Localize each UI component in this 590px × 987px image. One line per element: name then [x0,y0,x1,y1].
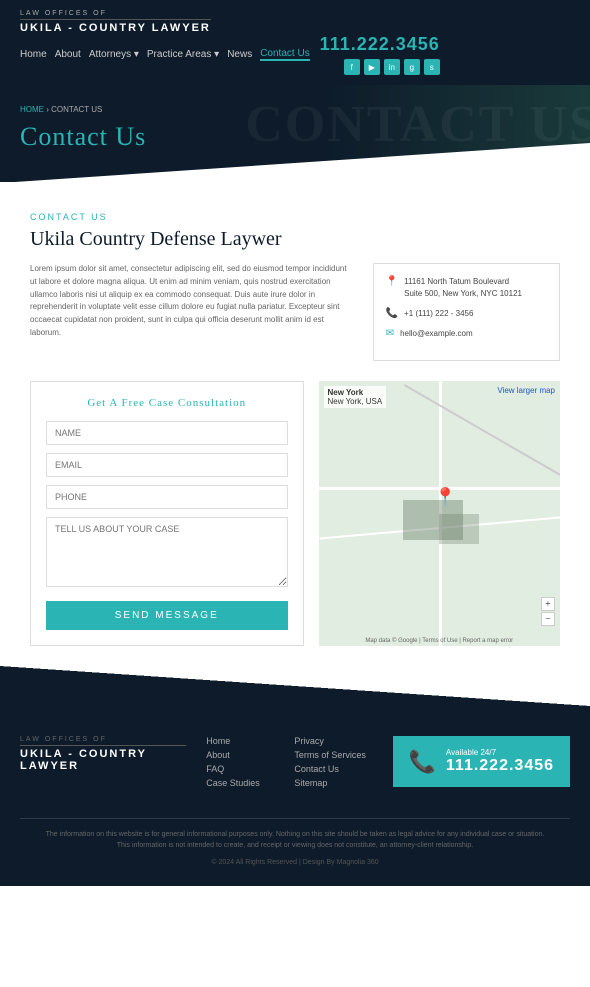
breadcrumb-home[interactable]: HOME [20,105,44,114]
map-zoom-controls: + − [541,597,555,626]
map-block-2 [439,514,479,544]
nav-contact[interactable]: Contact Us [260,48,309,61]
hero-title: Contact Us [20,122,570,152]
footer-logo-top: LAW OFFICES OF [20,736,186,743]
main-content: CONTACT US Ukila Country Defense Laywer … [0,182,590,666]
map-label: New York New York, USA [324,386,387,408]
nav-news[interactable]: News [227,49,252,60]
map-attribution: Map data © Google | Terms of Use | Repor… [319,638,561,644]
footer-logo-name: UKILA - COUNTRY LAWYER [20,745,186,772]
footer-link-terms[interactable]: Terms of Services [294,750,372,760]
social-bar: f ▶ in g s [344,59,440,75]
footer-phone-icon: 📞 [409,749,436,775]
footer-link-case-studies[interactable]: Case Studies [206,778,284,788]
contact-description: Lorem ipsum dolor sit amet, consectetur … [30,263,353,361]
description-text: Lorem ipsum dolor sit amet, consectetur … [30,263,353,340]
site-header: LAW OFFICES OF UKILA - COUNTRY LAWYER Ho… [0,0,590,85]
email-item: ✉ hello@example.com [386,328,547,340]
footer-phone-label: Available 24/7 [446,748,554,757]
phone-icon: 📞 [386,308,398,319]
hero-banner: HOME › CONTACT US Contact Us CONTACT US [0,85,590,182]
send-button[interactable]: SEND MESSAGE [46,601,288,630]
footer-disclaimer: The information on this website is for g… [20,829,570,851]
form-title: Get A Free Case Consultation [46,397,288,409]
map-placeholder: 📍 New York New York, USA View larger map… [319,381,561,646]
address-item: 📍 11161 North Tatum BoulevardSuite 500, … [386,276,547,300]
email-icon: ✉ [386,328,394,339]
google-icon[interactable]: g [404,59,420,75]
form-map-row: Get A Free Case Consultation SEND MESSAG… [30,381,560,646]
contact-form: Get A Free Case Consultation SEND MESSAG… [30,381,304,646]
main-nav: Home About Attorneys ▾ Practice Areas ▾ … [20,48,310,61]
footer-link-about[interactable]: About [206,750,284,760]
map-zoom-in[interactable]: + [541,597,555,611]
rss-icon[interactable]: s [424,59,440,75]
contact-info-row: Lorem ipsum dolor sit amet, consectetur … [30,263,560,361]
section-title: Ukila Country Defense Laywer [30,228,560,251]
map-marker: 📍 [434,487,456,508]
footer-link-privacy[interactable]: Privacy [294,736,372,746]
breadcrumb-current: CONTACT US [51,105,102,114]
map-section[interactable]: 📍 New York New York, USA View larger map… [319,381,561,646]
footer-links: Home Privacy About Terms of Services FAQ… [206,736,372,788]
phone-item: 📞 +1 (111) 222 - 3456 [386,308,547,320]
email-input[interactable] [46,453,288,477]
map-larger-link[interactable]: View larger map [497,386,555,395]
message-input[interactable] [46,517,288,587]
phone-input[interactable] [46,485,288,509]
site-footer: LAW OFFICES OF UKILA - COUNTRY LAWYER Ho… [0,706,590,886]
contact-box: 📍 11161 North Tatum BoulevardSuite 500, … [373,263,560,361]
logo-name: UKILA - COUNTRY LAWYER [20,19,211,34]
footer-copyright: © 2024 All Rights Reserved | Design By M… [20,859,570,876]
header-right: 111.222.3456 f ▶ in g s [320,34,440,75]
name-input[interactable] [46,421,288,445]
map-zoom-out[interactable]: − [541,612,555,626]
diagonal-transition [0,666,590,706]
map-road-diag [404,384,560,486]
facebook-icon[interactable]: f [344,59,360,75]
footer-link-sitemap[interactable]: Sitemap [294,778,372,788]
nav-about[interactable]: About [55,49,81,60]
nav-practice-areas[interactable]: Practice Areas ▾ [147,49,219,60]
logo: LAW OFFICES OF UKILA - COUNTRY LAWYER [20,10,211,34]
footer-link-faq[interactable]: FAQ [206,764,284,774]
footer-phone-number[interactable]: 111.222.3456 [446,757,554,775]
location-icon: 📍 [386,276,398,287]
nav-area: Home About Attorneys ▾ Practice Areas ▾ … [20,34,440,75]
address-text: 11161 North Tatum BoulevardSuite 500, Ne… [404,276,522,300]
footer-phone-box: 📞 Available 24/7 111.222.3456 [393,736,571,787]
phone-text[interactable]: +1 (111) 222 - 3456 [404,308,473,320]
logo-top: LAW OFFICES OF [20,10,211,17]
footer-divider [20,818,570,819]
footer-top: LAW OFFICES OF UKILA - COUNTRY LAWYER Ho… [20,736,570,808]
footer-link-contact[interactable]: Contact Us [294,764,372,774]
header-phone[interactable]: 111.222.3456 [320,34,440,55]
nav-attorneys[interactable]: Attorneys ▾ [89,49,139,60]
linkedin-icon[interactable]: in [384,59,400,75]
youtube-icon[interactable]: ▶ [364,59,380,75]
nav-home[interactable]: Home [20,49,47,60]
footer-phone-text: Available 24/7 111.222.3456 [446,748,554,775]
footer-logo: LAW OFFICES OF UKILA - COUNTRY LAWYER [20,736,186,772]
email-text[interactable]: hello@example.com [400,328,473,340]
footer-link-home[interactable]: Home [206,736,284,746]
section-label: CONTACT US [30,212,560,222]
